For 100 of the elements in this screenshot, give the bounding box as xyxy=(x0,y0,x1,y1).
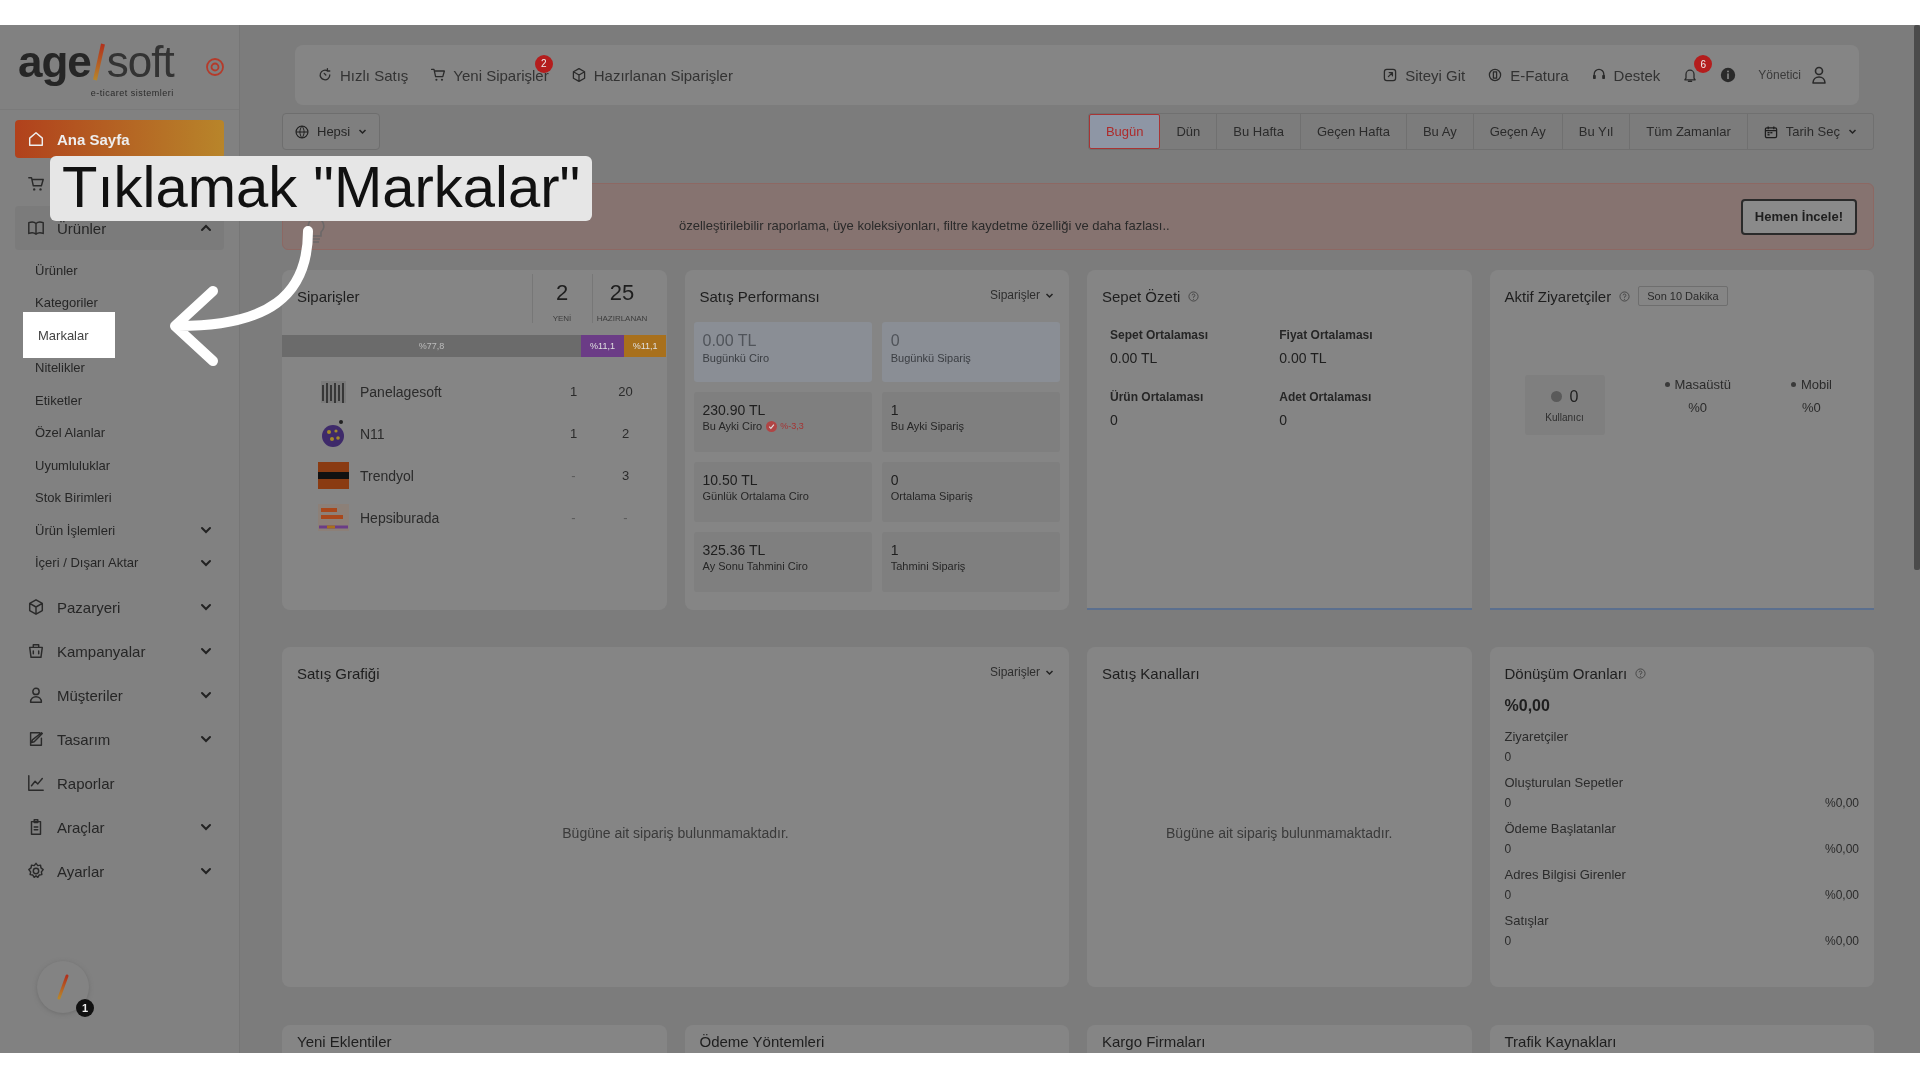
tutorial-tooltip: Tıklamak "Markalar" xyxy=(50,156,593,221)
sidebar-label: Araçlar xyxy=(57,818,106,836)
marketplace-name: N11 xyxy=(360,425,386,442)
step-rate: %0,00 xyxy=(1824,842,1859,856)
count-badge: 6 xyxy=(1694,55,1713,73)
sidebar-label: Etiketler xyxy=(35,392,82,408)
stat-label: Bu Ayki Sipariş xyxy=(890,420,964,432)
step-label: Adres Bilgisi Girenler xyxy=(1504,867,1627,882)
card-title: Satış Grafiği xyxy=(297,665,380,682)
time-range-tag: Son 10 Dakika xyxy=(1638,286,1728,306)
empty-message: Bügüne ait sipariş bulunmamaktadır. xyxy=(562,825,789,841)
change-value: %-3,3 xyxy=(780,421,804,431)
step-label: Ödeme Başlatanlar xyxy=(1504,821,1617,836)
count-label: HAZIRLANAN xyxy=(596,314,648,323)
step-value: 0 xyxy=(1504,796,1512,810)
empty-message: Bügüne ait sipariş bulunmamaktadır. xyxy=(1166,825,1393,841)
sidebar-label: Müşteriler xyxy=(57,686,124,704)
sidebar-label: İçeri / Dışarı Aktar xyxy=(35,555,140,571)
stat-value: 0.00 TL xyxy=(702,332,758,350)
step-label: Ziyaretçiler xyxy=(1504,729,1570,744)
stat-value: 0 xyxy=(1110,412,1119,428)
count-value: 20 xyxy=(617,384,634,399)
card-title: Kargo Firmaları xyxy=(1102,1033,1207,1050)
logo-tagline: e-ticaret sistemleri xyxy=(90,88,174,99)
sidebar-label: Tasarım xyxy=(57,730,112,748)
stat-value: 325.36 TL xyxy=(702,542,767,558)
sidebar-label: Ürün İşlemleri xyxy=(35,522,117,538)
card-title: Dönüşüm Oranları xyxy=(1504,665,1628,682)
stat-label: Tahmini Sipariş xyxy=(890,560,966,572)
step-value: 0 xyxy=(1504,750,1512,764)
step-value: 0 xyxy=(1504,934,1512,948)
sidebar-label: Nitelikler xyxy=(35,360,85,376)
card-title: Ödeme Yöntemleri xyxy=(699,1033,826,1050)
progress-segment: %77,8 xyxy=(282,335,582,357)
card-title: Siparişler xyxy=(297,288,361,305)
step-value: 0 xyxy=(1504,842,1512,856)
count-badge: 1 xyxy=(76,999,94,1017)
sidebar-label: Markalar xyxy=(38,327,90,343)
stat-value: 0.00 TL xyxy=(1110,350,1159,366)
count-value: 1 xyxy=(568,384,579,399)
sidebar-label: Ürünler xyxy=(35,262,78,278)
count-value: 2 xyxy=(620,426,631,441)
card-title: Satış Performansı xyxy=(699,288,820,305)
stat-value: 0 xyxy=(890,332,901,350)
step-rate: %0,00 xyxy=(1824,796,1859,810)
count-badge: 2 xyxy=(534,54,553,73)
sidebar-label: Ürünler xyxy=(57,219,108,237)
stat-value: 10.50 TL xyxy=(702,472,759,488)
stat-label: Bugünkü Ciro xyxy=(702,352,770,364)
sidebar-label: Kategoriler xyxy=(35,295,98,311)
stat-label: Fiyat Ortalaması xyxy=(1279,328,1374,342)
device-label: Mobil xyxy=(1800,377,1832,392)
stat-value: 1 xyxy=(890,402,900,418)
card-title: Trafik Kaynakları xyxy=(1504,1033,1618,1050)
device-share: %0 xyxy=(1688,400,1708,415)
step-rate: %0,00 xyxy=(1824,888,1859,902)
sidebar-label: Stok Birimleri xyxy=(35,490,112,506)
step-label: Oluşturulan Sepetler xyxy=(1504,775,1624,790)
stat-label: Bu Ayki Ciro xyxy=(702,420,763,432)
card-title: Aktif Ziyaretçiler xyxy=(1504,288,1612,305)
card-title: Yeni Eklentiler xyxy=(297,1033,393,1050)
count-label: Kullanıcı xyxy=(1545,411,1584,423)
marketplace-name: Panelagesoft xyxy=(360,383,443,400)
sidebar-label: Raporlar xyxy=(57,774,116,792)
step-label: Satışlar xyxy=(1504,913,1550,928)
marketplace-name: Hepsiburada xyxy=(360,509,441,526)
stat-label: Ürün Ortalaması xyxy=(1110,390,1205,404)
marketplace-name: Trendyol xyxy=(360,467,415,484)
stat-label: Bugünkü Sipariş xyxy=(890,352,971,364)
banner-text: özelleştirilebilir raporlama, üye koleksiyonları, filtre kaydetme özelliği ve daha fazlası.. xyxy=(679,218,1170,233)
device-share: %0 xyxy=(1802,400,1821,415)
stat-value: 0.00 TL xyxy=(1279,350,1328,366)
stat-label: Ortalama Sipariş xyxy=(890,490,973,502)
step-value: 0 xyxy=(1504,888,1512,902)
sidebar-label: Uyumluluklar xyxy=(35,457,111,473)
count-value: - xyxy=(622,510,629,525)
sidebar-label: Ana Sayfa xyxy=(57,130,131,148)
stat-value: 230.90 TL xyxy=(702,402,767,418)
count-value: 0 xyxy=(1569,387,1579,406)
count-value: 25 xyxy=(609,280,635,306)
stat-value: 0 xyxy=(1279,412,1289,428)
step-rate: %0,00 xyxy=(1824,934,1859,948)
stat-label: Adet Ortalaması xyxy=(1279,390,1373,404)
count-value: 2 xyxy=(555,280,569,306)
count-value: - xyxy=(570,468,577,483)
sidebar-label: Özel Alanlar xyxy=(35,425,106,441)
count-label: YENİ xyxy=(552,314,572,323)
device-label: Masaüstü xyxy=(1674,377,1731,392)
count-value: 1 xyxy=(568,426,579,441)
stat-value: 0 xyxy=(890,472,900,488)
sidebar-label: Kampanyalar xyxy=(57,642,147,660)
sidebar-label: Pazaryeri xyxy=(57,598,122,616)
card-title: Satış Kanalları xyxy=(1102,665,1200,682)
progress-segment: %11,1 xyxy=(623,335,667,357)
sidebar-label: Ayarlar xyxy=(57,862,106,880)
count-value: 3 xyxy=(620,468,631,483)
stat-label: Günlük Ortalama Ciro xyxy=(702,490,809,502)
stat-value: 1 xyxy=(890,542,900,558)
card-title: Sepet Özeti xyxy=(1102,288,1181,305)
progress-segment: %11,1 xyxy=(581,335,624,357)
